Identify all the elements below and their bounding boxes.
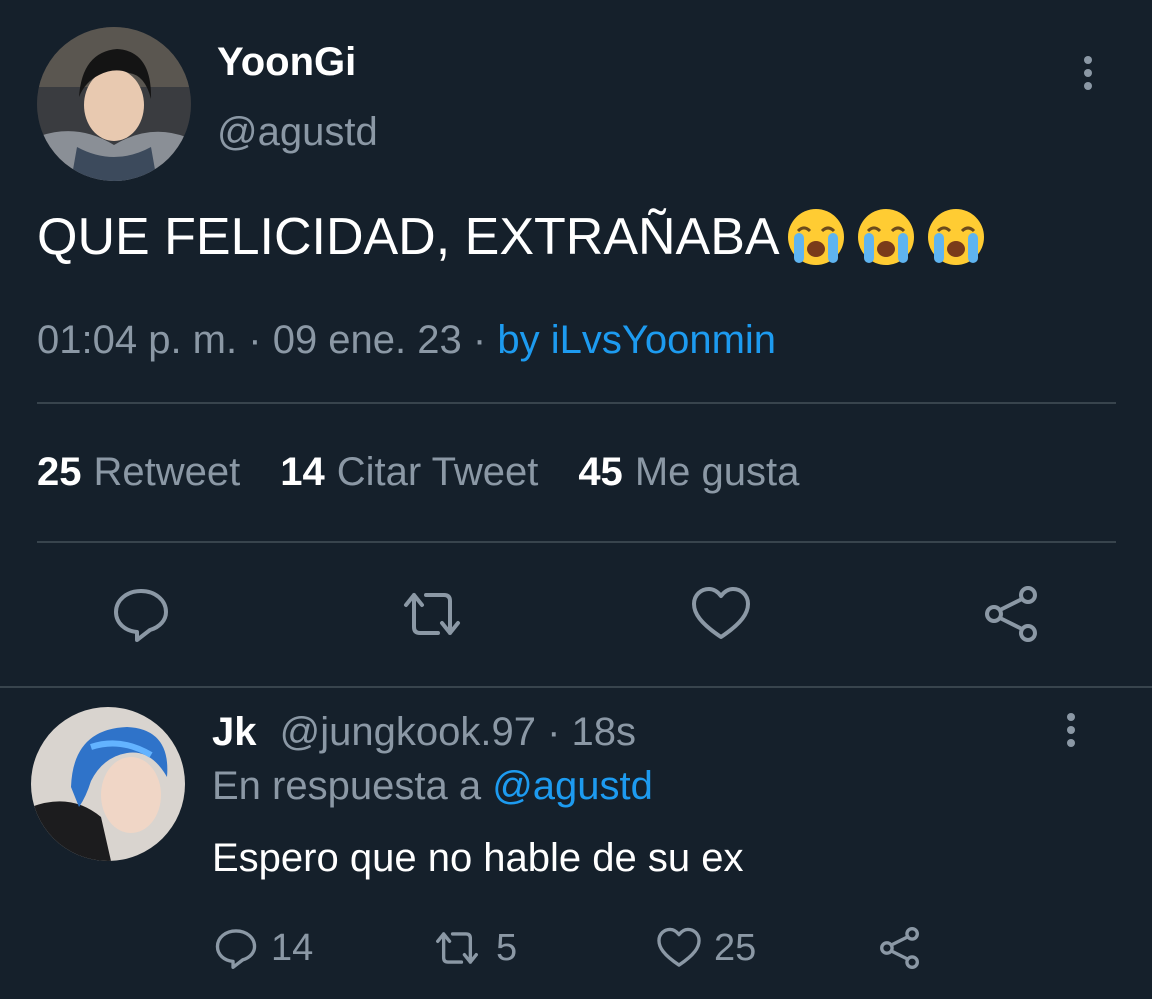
reply-likes-count: 25	[714, 926, 757, 969]
retweets-label: Retweet	[93, 450, 241, 494]
quotes-count: 14	[280, 450, 325, 494]
reply-mention-link[interactable]: @agustd	[492, 764, 653, 808]
divider	[0, 686, 1152, 688]
heart-icon	[657, 927, 701, 967]
retweet-button[interactable]	[396, 583, 468, 645]
reply-button[interactable]	[110, 583, 172, 645]
reply-prefix: En respuesta a	[212, 764, 482, 808]
share-icon	[985, 586, 1037, 642]
reply-share-button[interactable]	[878, 925, 936, 971]
meta-separator: ·	[547, 710, 561, 754]
author-avatar[interactable]	[37, 27, 191, 181]
reply-context: En respuesta a @agustd	[212, 764, 653, 809]
retweets-count: 25	[37, 450, 82, 494]
share-button[interactable]	[982, 583, 1044, 645]
more-options-icon[interactable]	[1064, 713, 1078, 753]
share-icon	[880, 927, 919, 969]
tweet-stats: 25 Retweet 14 Citar Tweet 45 Me gusta	[37, 450, 839, 495]
meta-separator: ·	[248, 318, 262, 362]
reply-retweet-button[interactable]: 5	[430, 925, 517, 971]
retweets-stat[interactable]: 25 Retweet	[37, 450, 240, 495]
reply-icon	[215, 929, 257, 969]
tweet-text: QUE FELICIDAD, EXTRAÑABA	[37, 205, 994, 269]
tweet-date: 09 ene. 23	[272, 318, 462, 362]
tweet-meta: 01:04 p. m. · 09 ene. 23 · by iLvsYoonmi…	[37, 318, 776, 363]
tweet-source-link[interactable]: by iLvsYoonmin	[497, 318, 776, 362]
tweet-time: 01:04 p. m.	[37, 318, 238, 362]
likes-label: Me gusta	[634, 450, 800, 494]
reply-icon	[114, 589, 168, 642]
reply-author-handle[interactable]: @jungkook.97	[280, 710, 536, 754]
reply-retweets-count: 5	[496, 926, 518, 969]
author-handle[interactable]: @agustd	[217, 110, 378, 155]
reply-author-name[interactable]: Jk	[212, 710, 257, 754]
like-button[interactable]	[690, 583, 752, 645]
likes-stat[interactable]: 45 Me gusta	[578, 450, 799, 495]
more-options-icon[interactable]	[1081, 56, 1095, 96]
tweet-text-content: QUE FELICIDAD, EXTRAÑABA	[37, 208, 780, 266]
reply-author-avatar[interactable]	[31, 707, 185, 861]
divider	[37, 541, 1116, 543]
reply-header: Jk @jungkook.97 · 18s	[212, 710, 636, 755]
heart-icon	[692, 587, 750, 639]
reply-replies-count: 14	[271, 926, 314, 969]
quotes-label: Citar Tweet	[336, 450, 539, 494]
emoji-group	[784, 205, 994, 269]
tweet-detail-screen: YoonGi @agustd QUE FELICIDAD, EXTRAÑABA	[0, 0, 1152, 999]
reply-like-button[interactable]: 25	[656, 925, 756, 971]
quotes-stat[interactable]: 14 Citar Tweet	[280, 450, 538, 495]
likes-count: 45	[578, 450, 623, 494]
reply-text: Espero que no hable de su ex	[212, 836, 744, 880]
author-name[interactable]: YoonGi	[217, 40, 356, 85]
reply-reply-button[interactable]: 14	[213, 925, 313, 971]
divider	[37, 402, 1116, 404]
retweet-icon	[436, 932, 478, 964]
retweet-icon	[404, 593, 460, 635]
reply-time: 18s	[571, 710, 637, 754]
loudly-crying-face-icon	[787, 209, 844, 265]
loudly-crying-face-icon	[927, 209, 984, 265]
loudly-crying-face-icon	[857, 209, 914, 265]
meta-separator: ·	[472, 318, 487, 362]
